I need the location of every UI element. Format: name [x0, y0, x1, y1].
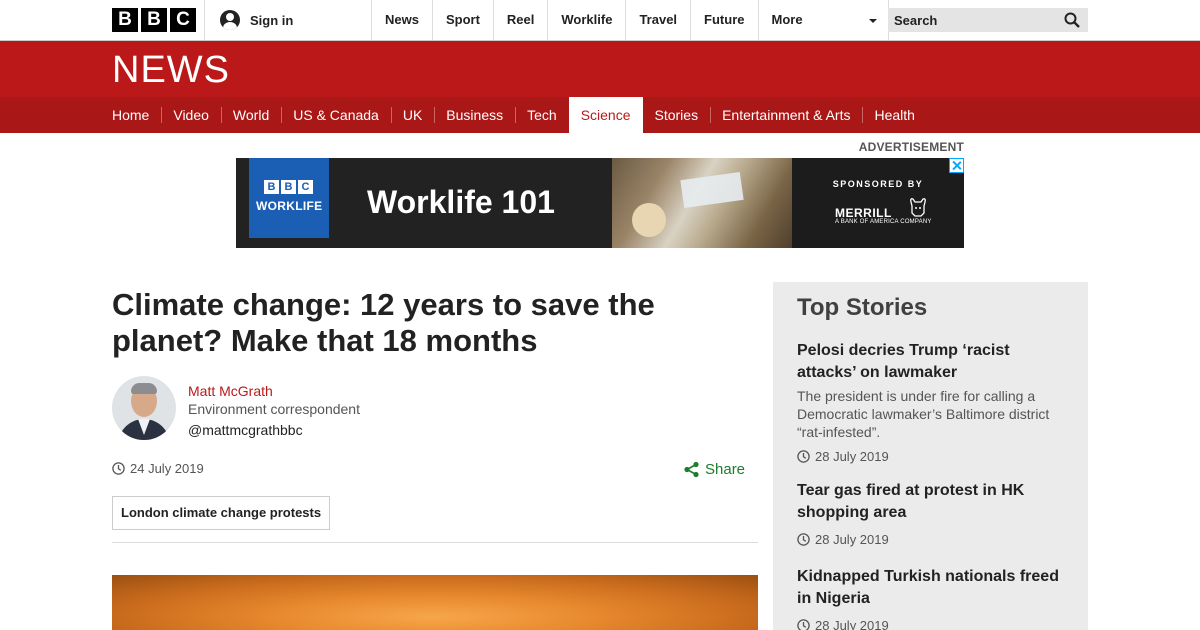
top-story-headline[interactable]: Pelosi decries Trump ‘racist attacks’ on…	[797, 342, 1010, 381]
share-button[interactable]: Share	[683, 461, 745, 478]
top-story-date-text: 28 July 2019	[815, 618, 889, 630]
logo-letter: B	[264, 180, 279, 194]
clock-icon	[112, 462, 125, 475]
nav-more-button[interactable]: More	[757, 0, 889, 40]
divider	[112, 542, 758, 543]
advert-banner[interactable]: B B C WORKLIFE Worklife 101 SPONSORED BY…	[236, 158, 964, 248]
author-twitter-handle[interactable]: @mattmcgrathbbc	[188, 422, 303, 438]
top-story-item: Kidnapped Turkish nationals freed in Nig…	[797, 566, 1067, 630]
nav-future[interactable]: Future	[690, 0, 757, 40]
nav-travel[interactable]: Travel	[625, 0, 690, 40]
section-nav-item-uk[interactable]: UK	[390, 97, 434, 133]
author-avatar	[112, 376, 176, 440]
section-nav-item-world[interactable]: World	[220, 97, 281, 133]
logo-letter: C	[170, 8, 196, 32]
nav-reel[interactable]: Reel	[492, 0, 547, 40]
section-nav-item-tech[interactable]: Tech	[515, 97, 569, 133]
sign-in-link[interactable]: Sign in	[220, 0, 293, 40]
share-icon	[684, 461, 699, 478]
divider	[204, 0, 205, 40]
author-role: Environment correspondent	[188, 401, 360, 417]
badge-subtitle: WORKLIFE	[256, 199, 323, 213]
top-story-date: 28 July 2019	[797, 449, 1067, 464]
clock-icon	[797, 450, 810, 463]
avatar-hair	[131, 383, 157, 394]
logo-letter: B	[141, 8, 167, 32]
nav-worklife[interactable]: Worklife	[547, 0, 625, 40]
news-wordmark[interactable]: NEWS	[112, 51, 230, 89]
bbc-logo[interactable]: B B C	[112, 8, 196, 32]
top-stories-title: Top Stories	[797, 294, 928, 321]
nav-news[interactable]: News	[371, 0, 432, 40]
top-story-item: Tear gas fired at protest in HK shopping…	[797, 480, 1067, 547]
sponsor-name: MERRILL	[835, 206, 892, 220]
share-label: Share	[705, 461, 746, 478]
masthead: B B C Sign in News Sport Reel Worklife T…	[0, 0, 1200, 41]
sponsored-by-label: SPONSORED BY	[832, 179, 924, 189]
article-headline: Climate change: 12 years to save the pla…	[112, 287, 655, 358]
advert-title: Worklife 101	[367, 184, 555, 220]
section-nav-items: Home Video World US & Canada UK Business Tech S…	[112, 97, 927, 133]
logo-letter: C	[298, 180, 313, 194]
section-nav-item-health[interactable]: Health	[862, 97, 926, 133]
top-story-item: Pelosi decries Trump ‘racist attacks’ on…	[797, 340, 1067, 464]
section-nav-item-entertainment-arts[interactable]: Entertainment & Arts	[710, 97, 862, 133]
article-date-text: 24 July 2019	[130, 461, 204, 476]
mini-bbc-logo: B B C	[264, 180, 313, 194]
sponsor-subtitle: A BANK OF AMERICA COMPANY	[835, 219, 932, 225]
sponsor-panel: SPONSORED BY MERRILL A BANK OF AMERICA C…	[792, 158, 964, 248]
top-story-summary: The president is under fire for calling …	[797, 388, 1050, 440]
chevron-down-icon	[868, 19, 877, 23]
user-icon	[220, 10, 240, 30]
search-icon[interactable]	[1064, 12, 1080, 28]
news-header: NEWS	[0, 41, 1200, 97]
top-story-date-text: 28 July 2019	[815, 449, 889, 464]
logo-letter: B	[281, 180, 296, 194]
top-story-date: 28 July 2019	[797, 532, 1067, 547]
advert-photo	[612, 158, 792, 248]
global-nav: News Sport Reel Worklife Travel Future M…	[371, 0, 889, 40]
author-name-link[interactable]: Matt McGrath	[188, 383, 273, 399]
top-story-headline[interactable]: Kidnapped Turkish nationals freed in Nig…	[797, 568, 1059, 607]
logo-letter: B	[112, 8, 138, 32]
section-nav-item-business[interactable]: Business	[434, 97, 515, 133]
section-nav-item-science[interactable]: Science	[568, 97, 643, 133]
topic-tag[interactable]: London climate change protests	[112, 496, 331, 530]
search-box	[888, 8, 1088, 32]
more-label: More	[771, 12, 803, 27]
clock-icon	[797, 619, 810, 630]
adchoices-icon[interactable]	[949, 158, 964, 173]
sign-in-label: Sign in	[250, 12, 294, 28]
section-nav: Home Video World US & Canada UK Business Tech S…	[0, 97, 1200, 133]
clock-icon	[797, 533, 810, 546]
bbc-worklife-badge: B B C WORKLIFE	[249, 158, 329, 238]
top-story-date: 28 July 2019	[797, 618, 1067, 630]
bull-icon	[910, 198, 926, 217]
nav-sport[interactable]: Sport	[431, 0, 493, 40]
top-stories-panel: Top Stories Pelosi decries Trump ‘racist…	[773, 282, 1088, 630]
top-story-date-text: 28 July 2019	[815, 532, 889, 547]
section-nav-item-video[interactable]: Video	[161, 97, 221, 133]
section-nav-item-stories[interactable]: Stories	[643, 97, 711, 133]
top-story-headline[interactable]: Tear gas fired at protest in HK shopping…	[797, 482, 1024, 521]
search-input[interactable]	[888, 12, 1058, 28]
advertisement-label: ADVERTISEMENT	[858, 140, 964, 154]
article-date: 24 July 2019	[112, 461, 204, 476]
article-hero-image	[112, 575, 758, 630]
section-nav-item-us-canada[interactable]: US & Canada	[281, 97, 391, 133]
section-nav-item-home[interactable]: Home	[112, 97, 161, 133]
